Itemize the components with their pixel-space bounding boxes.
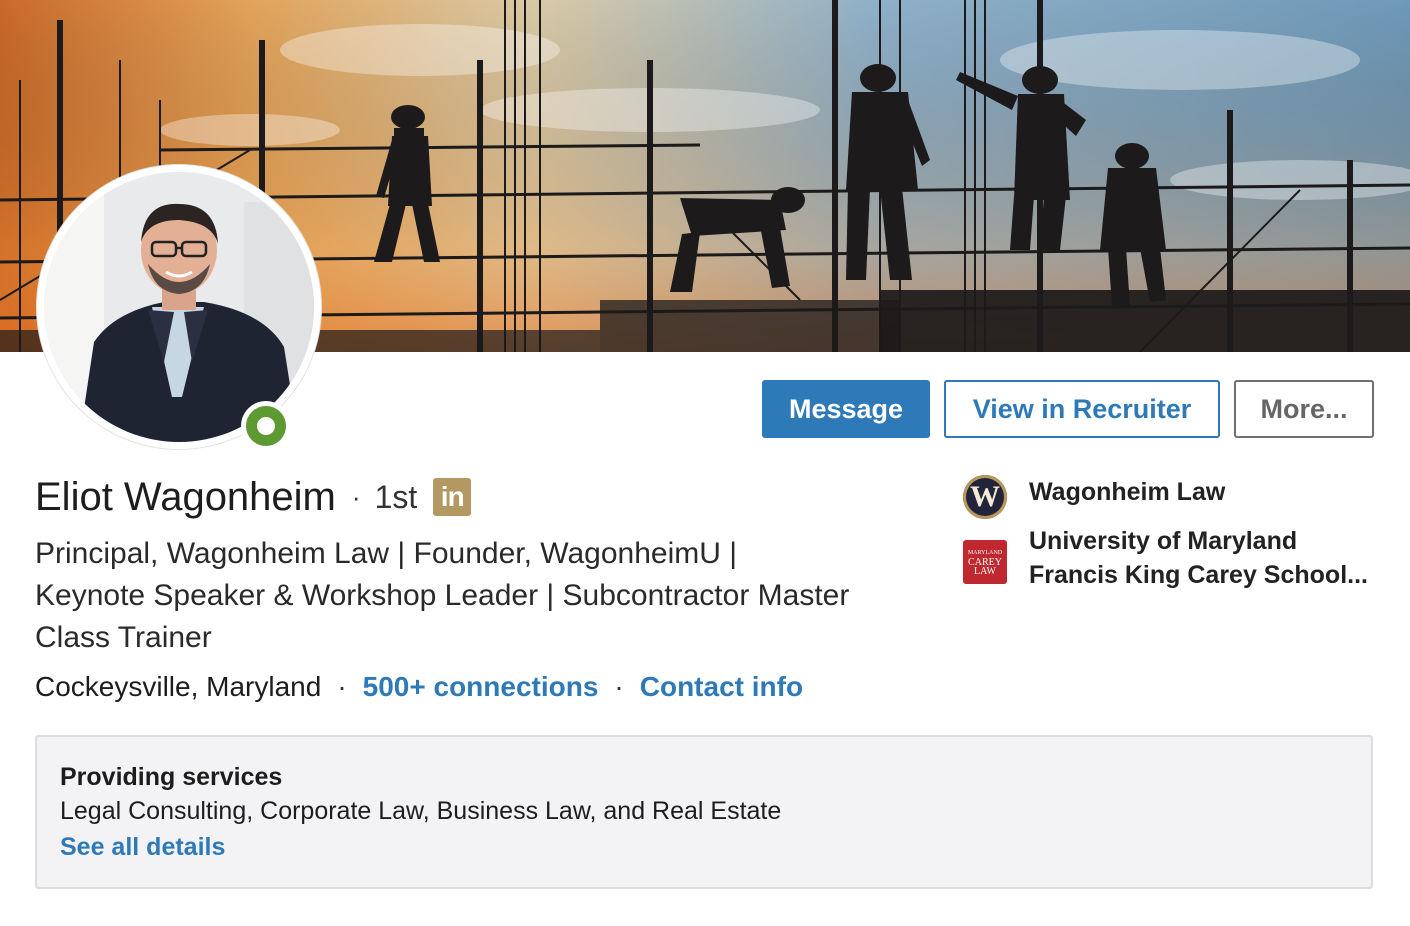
profile-location: Cockeysville, Maryland — [35, 671, 322, 702]
company-name: Wagonheim Law — [1029, 478, 1226, 506]
services-list: Legal Consulting, Corporate Law, Busines… — [60, 797, 782, 825]
degree-separator: · — [351, 481, 361, 512]
message-button[interactable]: Message — [762, 380, 930, 438]
linkedin-premium-icon: in — [433, 478, 472, 516]
services-title: Providing services — [60, 763, 283, 791]
more-actions-button[interactable]: More... — [1234, 380, 1374, 438]
see-all-details-link[interactable]: See all details — [60, 829, 1371, 865]
online-status-indicator — [241, 401, 291, 451]
separator-dot: · — [614, 671, 624, 702]
wagonheim-law-logo-icon: W — [963, 475, 1007, 519]
providing-services-card: Providing services Legal Consulting, Cor… — [35, 735, 1373, 889]
profile-meta-row: Cockeysville, Maryland · 500+ connection… — [35, 667, 803, 707]
connection-degree: 1st — [374, 478, 418, 515]
connections-link[interactable]: 500+ connections — [363, 671, 599, 703]
current-company[interactable]: W Wagonheim Law — [963, 475, 1374, 519]
carey-law-logo-icon: MARYLAND CAREY LAW — [963, 540, 1007, 584]
separator-dot: · — [337, 671, 347, 702]
profile-name: Eliot Wagonheim — [35, 474, 336, 519]
profile-headline: Principal, Wagonheim Law | Founder, Wago… — [35, 537, 850, 654]
contact-info-link[interactable]: Contact info — [640, 671, 803, 703]
online-status-icon — [246, 406, 286, 446]
education-school[interactable]: MARYLAND CAREY LAW University of Marylan… — [963, 524, 1374, 592]
view-in-recruiter-button[interactable]: View in Recruiter — [944, 380, 1220, 438]
school-name: University of Maryland Francis King Care… — [1029, 527, 1368, 589]
profile-name-row: Eliot Wagonheim · 1st in — [35, 473, 472, 521]
